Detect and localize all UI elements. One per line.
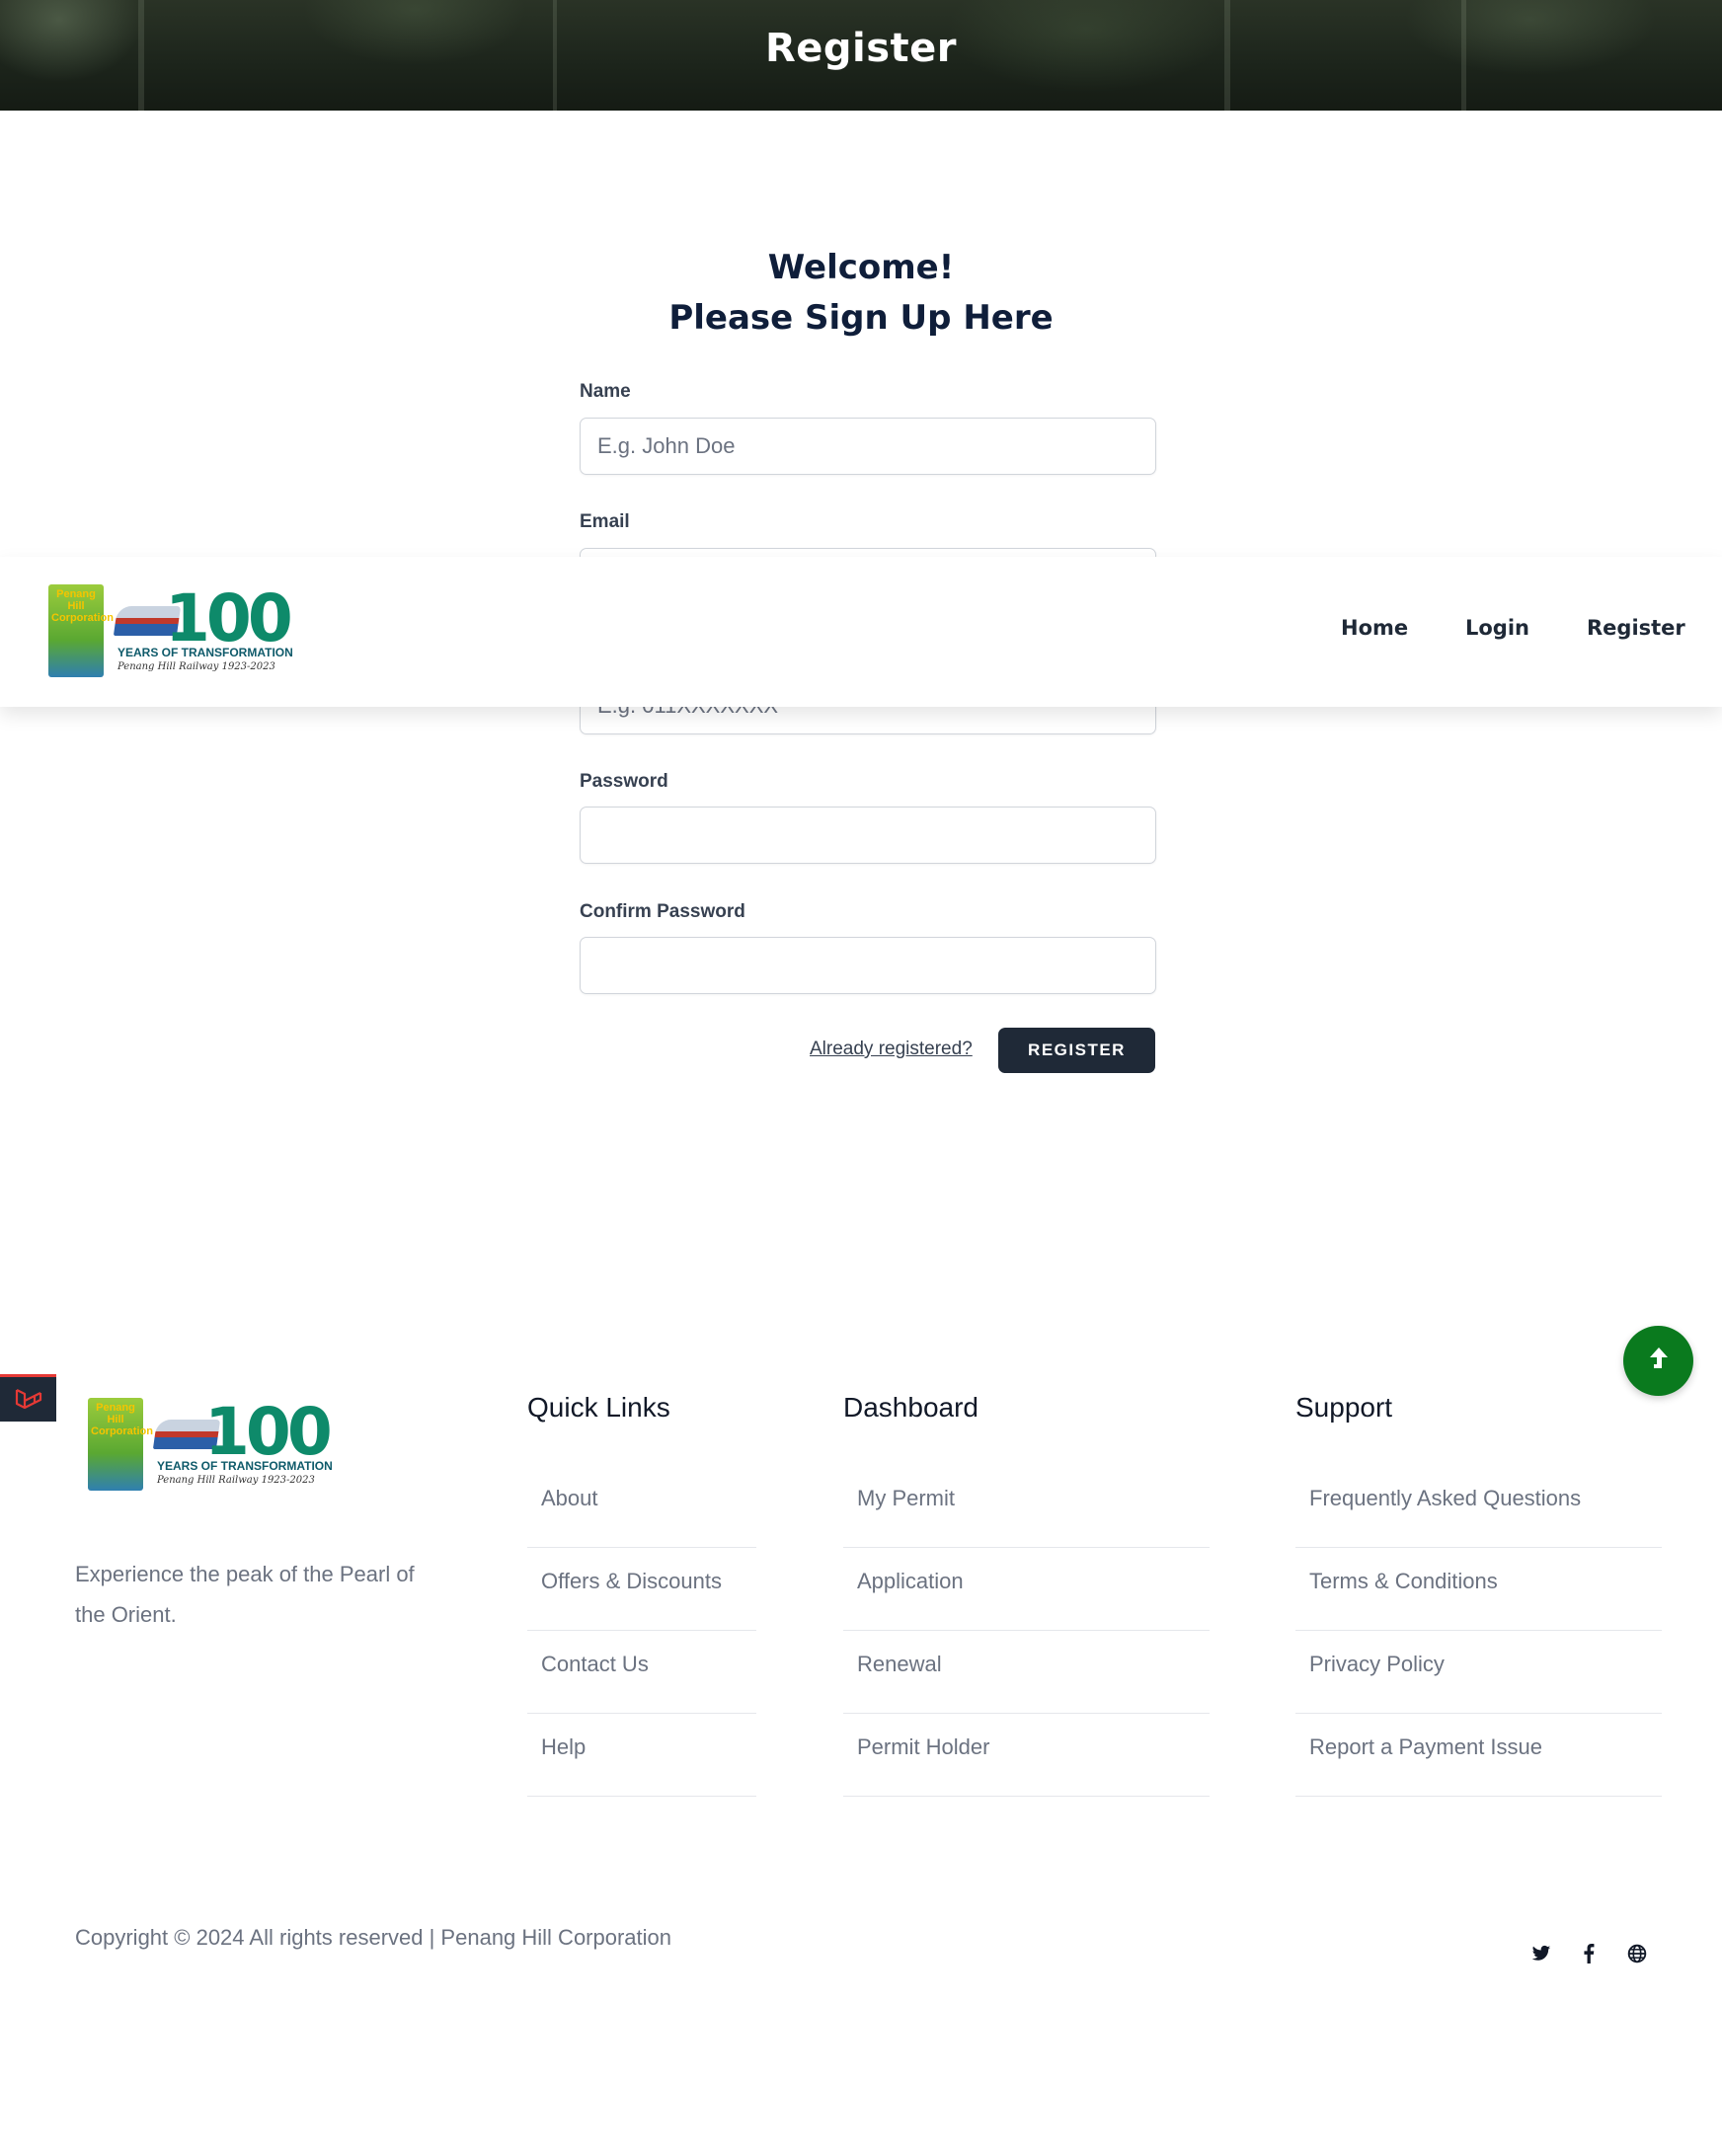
name-label: Name bbox=[580, 381, 631, 402]
footer-link-faq[interactable]: Frequently Asked Questions bbox=[1295, 1465, 1662, 1548]
page-title: Register bbox=[764, 26, 958, 71]
already-registered-link[interactable]: Already registered? bbox=[810, 1039, 973, 1060]
footer-link-terms[interactable]: Terms & Conditions bbox=[1295, 1548, 1662, 1631]
register-button[interactable]: REGISTER bbox=[998, 1028, 1155, 1073]
penang-hill-badge: Penang Hill Corporation bbox=[48, 584, 114, 677]
globe-icon[interactable] bbox=[1624, 1941, 1650, 1966]
logo-tagline: YEARS OF TRANSFORMATION bbox=[157, 1459, 333, 1473]
footer-link-help[interactable]: Help bbox=[527, 1714, 756, 1797]
logo-tagline: YEARS OF TRANSFORMATION bbox=[117, 646, 293, 659]
password-label: Password bbox=[580, 771, 668, 792]
dashboard-title: Dashboard bbox=[843, 1392, 978, 1423]
logo-subtitle: Penang Hill Railway 1923-2023 bbox=[117, 661, 275, 672]
copyright-text: Copyright © 2024 All rights reserved | P… bbox=[75, 1925, 672, 1950]
hero-banner: Register bbox=[0, 0, 1722, 111]
nav-login[interactable]: Login bbox=[1465, 616, 1529, 640]
password-field[interactable] bbox=[580, 807, 1156, 864]
badge-text: Penang Hill Corporation bbox=[51, 588, 114, 624]
footer-link-privacy[interactable]: Privacy Policy bbox=[1295, 1631, 1662, 1714]
penang-hill-badge: Penang Hill Corporation bbox=[88, 1398, 153, 1491]
navbar: Penang Hill Corporation 100 YEARS OF TRA… bbox=[0, 557, 1722, 707]
footer-link-offers[interactable]: Offers & Discounts bbox=[527, 1548, 756, 1631]
side-tab[interactable] bbox=[0, 1374, 56, 1422]
email-label: Email bbox=[580, 511, 630, 532]
laravel-icon bbox=[15, 1388, 41, 1409]
footer-link-payment-issue[interactable]: Report a Payment Issue bbox=[1295, 1714, 1662, 1797]
footer-link-application[interactable]: Application bbox=[843, 1548, 1210, 1631]
footer-link-permit-holder[interactable]: Permit Holder bbox=[843, 1714, 1210, 1797]
quick-links-title: Quick Links bbox=[527, 1392, 670, 1423]
welcome-line-1: Welcome! bbox=[767, 248, 955, 287]
footer-description: Experience the peak of the Pearl of the … bbox=[75, 1562, 415, 1627]
nav-register[interactable]: Register bbox=[1587, 616, 1685, 640]
logo-number: 100 bbox=[165, 580, 293, 656]
footer-logo[interactable]: Penang Hill Corporation 100 YEARS OF TRA… bbox=[88, 1398, 345, 1497]
confirm-password-field[interactable] bbox=[580, 937, 1156, 994]
arrow-up-icon bbox=[1649, 1347, 1668, 1368]
badge-text: Penang Hill Corporation bbox=[91, 1402, 153, 1437]
footer-link-about[interactable]: About bbox=[527, 1465, 756, 1548]
footer-link-my-permit[interactable]: My Permit bbox=[843, 1465, 1210, 1548]
name-field[interactable] bbox=[580, 418, 1156, 475]
facebook-icon[interactable] bbox=[1576, 1941, 1602, 1966]
scroll-to-top-button[interactable] bbox=[1623, 1326, 1693, 1396]
site-logo[interactable]: Penang Hill Corporation 100 YEARS OF TRA… bbox=[48, 584, 305, 683]
logo-number: 100 bbox=[204, 1394, 333, 1470]
twitter-icon[interactable] bbox=[1528, 1941, 1554, 1966]
quick-links-list: About Offers & Discounts Contact Us Help bbox=[527, 1465, 756, 1797]
welcome-line-2: Please Sign Up Here bbox=[668, 298, 1054, 338]
support-list: Frequently Asked Questions Terms & Condi… bbox=[1295, 1465, 1662, 1797]
logo-subtitle: Penang Hill Railway 1923-2023 bbox=[157, 1475, 315, 1486]
footer-link-contact[interactable]: Contact Us bbox=[527, 1631, 756, 1714]
footer-link-renewal[interactable]: Renewal bbox=[843, 1631, 1210, 1714]
nav-home[interactable]: Home bbox=[1341, 616, 1408, 640]
confirm-password-label: Confirm Password bbox=[580, 901, 745, 922]
support-title: Support bbox=[1295, 1392, 1393, 1423]
welcome-heading: Welcome! Please Sign Up Here bbox=[0, 243, 1722, 344]
dashboard-list: My Permit Application Renewal Permit Hol… bbox=[843, 1465, 1210, 1797]
